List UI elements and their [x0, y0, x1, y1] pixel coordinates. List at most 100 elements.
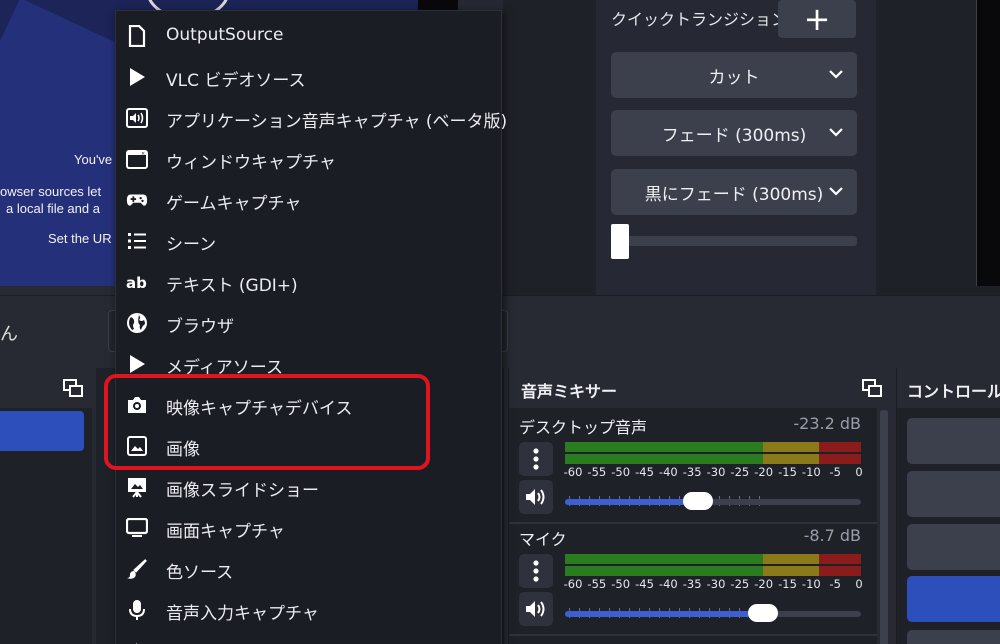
meter-tick-label: -45 [635, 577, 654, 591]
meter-tick-label: -15 [778, 577, 797, 591]
controls-body [897, 408, 1000, 644]
play-icon [126, 353, 148, 375]
menu-item-label: 画面キャプチャ [166, 522, 285, 542]
undock-icon[interactable] [861, 378, 883, 398]
file-icon [126, 25, 148, 47]
menu-item-label: ブラウザ [166, 317, 234, 337]
volume-slider[interactable] [565, 604, 861, 622]
window-icon: × [126, 148, 148, 170]
play-icon [126, 66, 148, 88]
volume-slider[interactable] [565, 492, 861, 510]
menu-item[interactable]: ブラウザ [116, 302, 501, 342]
slideshow-icon [126, 476, 148, 498]
quick-transition-label: クイックトランジション [611, 10, 788, 29]
transition-select-fade[interactable]: フェード (300ms) [611, 110, 857, 156]
globe-icon [126, 312, 148, 334]
control-button[interactable] [907, 471, 1000, 517]
transition-select-label: カット [708, 67, 760, 88]
meter-tick-label: -15 [778, 465, 797, 479]
channel-db: -8.7 dB [803, 526, 861, 545]
control-button[interactable] [907, 524, 1000, 570]
meter-tick-label: -40 [658, 577, 678, 591]
meter-tick-label: -35 [682, 577, 702, 591]
menu-item[interactable]: シーン [116, 220, 501, 260]
chevron-down-icon [829, 70, 843, 79]
meter-tick-label: -30 [706, 577, 726, 591]
control-button-active[interactable] [907, 576, 1000, 622]
meter-tick-label: -10 [801, 577, 821, 591]
meter-tick-label: -20 [754, 577, 774, 591]
volume-slider-handle[interactable] [748, 604, 778, 622]
menu-item-label: VLC ビデオソース [166, 71, 306, 91]
menu-item[interactable]: VLC ビデオソース [116, 56, 501, 96]
transition-select-label: フェード (300ms) [661, 125, 807, 146]
menu-item-label: 音声出力キャプチャ [166, 640, 319, 644]
tbar-handle[interactable] [611, 224, 629, 259]
meter-tick-label: -5 [829, 577, 841, 591]
menu-item[interactable]: × ウィンドウキャプチャ [116, 138, 501, 178]
meter-tick-label: 0 [855, 465, 863, 479]
scenes-dock [0, 368, 92, 644]
monitor-icon [126, 517, 148, 539]
mic-icon [126, 599, 148, 621]
menu-item[interactable]: アプリケーション音声キャプチャ (ベータ版) [116, 97, 507, 137]
transition-select-fade-black[interactable]: 黒にフェード (300ms) [611, 169, 857, 215]
tbar-track[interactable] [615, 236, 857, 246]
speaker-icon [526, 489, 545, 505]
menu-item[interactable]: ab テキスト (GDI+) [116, 261, 501, 301]
meter-scale: -60 -55 -50 -45 -40 -35 -30 -25 -20 -15 -10 -5 0 [563, 577, 865, 593]
meter-tick-label: -10 [801, 465, 821, 479]
channel-separator [509, 634, 877, 636]
speaker-icon [526, 601, 545, 617]
menu-item-label: シーン [166, 235, 217, 255]
menu-item[interactable]: 画像スライドショー [116, 466, 501, 506]
toolbar-text: ん [0, 324, 18, 345]
add-source-menu: OutputSource VLC ビデオソースアプリケーション音声キャプチャ (ベ… [115, 10, 507, 644]
meter-tick-label: -50 [611, 465, 631, 479]
channel-name: デスクトップ音声 [519, 418, 648, 437]
channel-menu-button[interactable] [519, 554, 553, 588]
menu-item-label: 音声入力キャプチャ [166, 604, 319, 624]
svg-text:ab: ab [126, 274, 147, 291]
mute-button[interactable] [519, 592, 553, 626]
transition-select-cut[interactable]: カット [611, 52, 857, 98]
scenes-dock-header [0, 368, 92, 408]
channel-menu-button[interactable] [519, 442, 553, 476]
meter-tick-label: -60 [563, 577, 583, 591]
mixer-body: デスクトップ音声 -23.2 dB -60 -55 -50 -45 -40 -35 -30-… [509, 408, 877, 644]
menu-item[interactable]: 音声出力キャプチャ [116, 630, 501, 644]
add-transition-button[interactable]: + [778, 0, 856, 38]
menu-item[interactable]: ゲームキャプチャ [116, 179, 501, 219]
obs-window: You've owser sources let a local file an… [0, 0, 1000, 644]
transitions-panel: クイックトランジション + カット フェード (300ms) 黒にフェード (3… [503, 0, 1000, 300]
menu-item[interactable]: 音声入力キャプチャ [116, 589, 501, 629]
meter-tick-label: -5 [829, 465, 841, 479]
scene-item-selected[interactable] [0, 411, 84, 451]
preview-text-4: Set the UR [48, 231, 112, 246]
preview-text-1: You've [74, 152, 113, 167]
control-button[interactable] [907, 418, 1000, 464]
chevron-down-icon [829, 187, 843, 196]
volume-slider-handle[interactable] [683, 492, 713, 510]
undock-icon[interactable] [62, 378, 84, 398]
control-button[interactable] [907, 630, 1000, 644]
menu-item-label: 色ソース [166, 563, 234, 583]
kebab-icon [533, 560, 539, 582]
channel-name: マイク [519, 530, 567, 549]
meter-tick-label: -20 [754, 465, 774, 479]
mixer-scrollbar[interactable] [877, 408, 891, 644]
meter-tick-label: -55 [587, 465, 607, 479]
meter-tick-label: -35 [682, 465, 702, 479]
audio-mixer-dock: 音声ミキサー デスクトップ音声 -23.2 dB -60 -55 -50 -45 -40… [508, 368, 891, 644]
menu-item-label: テキスト (GDI+) [166, 276, 298, 296]
menu-item-label: 画像スライドショー [166, 481, 319, 501]
menu-item-label: OutputSource [166, 25, 284, 45]
controls-title: コントロール [907, 382, 1000, 401]
meter-tick-label: -50 [611, 577, 631, 591]
menu-item[interactable]: 画面キャプチャ [116, 507, 501, 547]
speaker-icon [126, 640, 148, 644]
mute-button[interactable] [519, 480, 553, 514]
menu-item-label: アプリケーション音声キャプチャ (ベータ版) [166, 112, 508, 132]
menu-item[interactable]: OutputSource [116, 15, 501, 55]
menu-item[interactable]: 色ソース [116, 548, 501, 588]
